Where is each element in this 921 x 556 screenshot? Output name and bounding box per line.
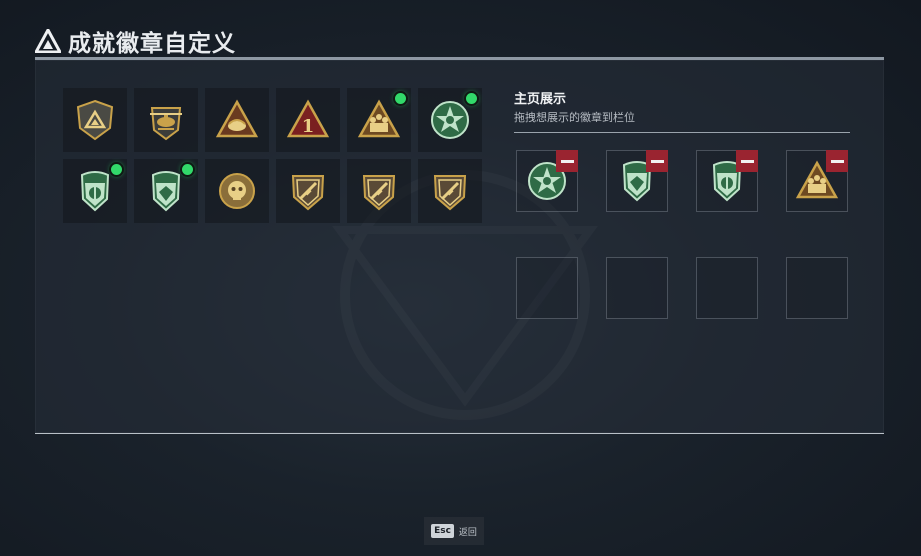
- showcase-slot-filled[interactable]: [516, 150, 578, 212]
- minus-icon: [650, 159, 664, 163]
- back-label: 返回: [458, 527, 477, 538]
- esc-key-icon: Esc: [431, 524, 454, 538]
- round-skull-badge-icon: [215, 169, 259, 213]
- badge-cell[interactable]: [418, 159, 482, 223]
- page-title: 成就徽章自定义: [68, 31, 236, 57]
- showcase-title: 主页展示: [514, 92, 567, 107]
- back-button[interactable]: Esc 返回: [424, 517, 484, 545]
- showcase-divider: [514, 132, 850, 133]
- equipped-indicator-dot: [111, 164, 122, 175]
- badge-cell[interactable]: [276, 159, 340, 223]
- green-shield-gem-badge-icon: [144, 169, 188, 213]
- showcase-slot-empty[interactable]: [696, 257, 758, 319]
- triangle-emblem-icon: [34, 27, 62, 55]
- badge-cell[interactable]: 1: [276, 88, 340, 152]
- triangle-soldiers-badge-icon: [357, 98, 401, 142]
- shield-rifle-badge-icon: [286, 169, 330, 213]
- shield-triangle-badge-icon: [73, 98, 117, 142]
- triangle-wing-badge-icon: [215, 98, 259, 142]
- homepage-showcase: 主页展示 拖拽想展示的徽章到栏位: [514, 88, 850, 319]
- minus-icon: [830, 159, 844, 163]
- badge-cell[interactable]: [418, 88, 482, 152]
- equipped-indicator-dot: [395, 93, 406, 104]
- remove-badge-button[interactable]: [646, 150, 668, 172]
- badge-cell[interactable]: [347, 159, 411, 223]
- badge-cell[interactable]: [347, 88, 411, 152]
- showcase-subtitle: 拖拽想展示的徽章到栏位: [514, 111, 635, 124]
- remove-badge-button[interactable]: [826, 150, 848, 172]
- minus-icon: [740, 159, 754, 163]
- triangle-number-badge-icon: 1: [286, 98, 330, 142]
- equipped-indicator-dot: [182, 164, 193, 175]
- shield-rifle-badge-icon: [428, 169, 472, 213]
- showcase-slot-empty[interactable]: [606, 257, 668, 319]
- badge-collection-grid: 1: [63, 88, 482, 223]
- badge-cell[interactable]: [205, 88, 269, 152]
- equipped-indicator-dot: [466, 93, 477, 104]
- showcase-slot-filled[interactable]: [786, 150, 848, 212]
- showcase-slot-empty[interactable]: [786, 257, 848, 319]
- remove-badge-button[interactable]: [736, 150, 758, 172]
- green-star-badge-icon: [428, 98, 472, 142]
- badge-cell[interactable]: [63, 88, 127, 152]
- showcase-slot-filled[interactable]: [696, 150, 758, 212]
- badge-cell[interactable]: [63, 159, 127, 223]
- showcase-slot-filled[interactable]: [606, 150, 668, 212]
- badge-cell[interactable]: [134, 159, 198, 223]
- remove-badge-button[interactable]: [556, 150, 578, 172]
- showcase-slot-empty[interactable]: [516, 257, 578, 319]
- badge-cell[interactable]: [205, 159, 269, 223]
- badge-cell[interactable]: [134, 88, 198, 152]
- badge-customize-panel: 1 主页展示 拖拽想展示的徽章到栏位: [35, 57, 884, 434]
- green-shield-emblem-badge-icon: [73, 169, 117, 213]
- minus-icon: [560, 159, 574, 163]
- shield-rifle-badge-icon: [357, 169, 401, 213]
- svg-text:1: 1: [302, 116, 315, 137]
- helicopter-badge-icon: [144, 98, 188, 142]
- page-header: 成就徽章自定义: [34, 24, 236, 58]
